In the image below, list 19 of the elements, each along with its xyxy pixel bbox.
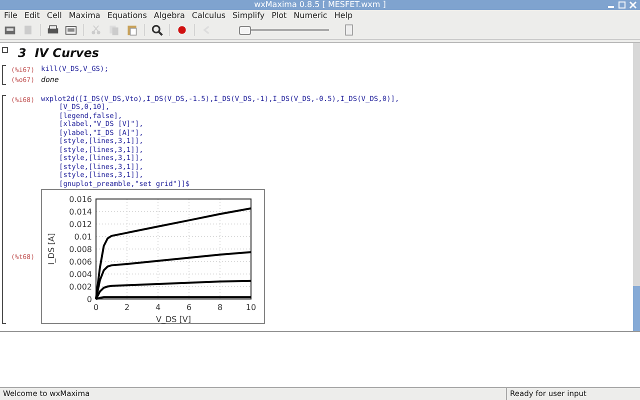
x-axis-label: V_DS [V] <box>156 315 191 324</box>
y-tick-label: 0 <box>86 295 92 304</box>
y-tick-label: 0.016 <box>69 195 92 204</box>
x-tick-label: 10 <box>246 303 256 312</box>
y-tick-label: 0.014 <box>69 208 92 217</box>
y-axis-label: I_DS [A] <box>47 233 56 266</box>
y-tick-label: 0.002 <box>69 282 92 292</box>
window-title: wxMaxima 0.8.5 [ MESFET.wxm ] <box>254 0 386 10</box>
y-tick-label: 0.012 <box>69 220 92 230</box>
y-tick-label: 0.004 <box>69 270 92 280</box>
x-tick-label: 6 <box>186 303 192 312</box>
section-heading: 3 IV Curves <box>18 46 100 60</box>
x-tick-label: 4 <box>155 303 161 312</box>
x-tick-label: 8 <box>217 303 223 312</box>
x-tick-label: 2 <box>124 303 130 312</box>
y-tick-label: 0.006 <box>69 258 92 267</box>
y-tick-label: 0.008 <box>69 245 92 254</box>
y-tick-label: 0.01 <box>74 232 92 242</box>
x-tick-label: 0 <box>93 303 99 312</box>
